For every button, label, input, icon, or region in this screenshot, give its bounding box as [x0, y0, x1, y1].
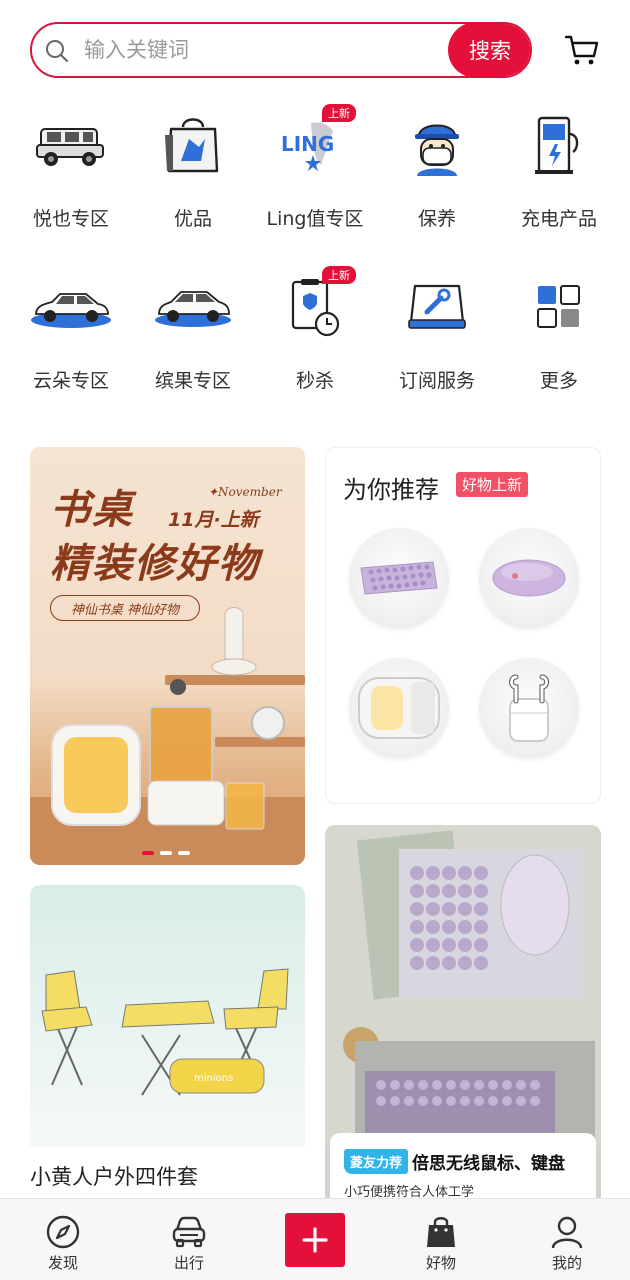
category-youpin[interactable]: 优品 [132, 100, 254, 236]
recommend-tag: 菱友力荐 [344, 1149, 409, 1174]
keyboard-icon [360, 561, 438, 595]
tab-goods[interactable]: 好物 [378, 1199, 504, 1280]
category-label: 保养 [417, 208, 456, 230]
earbuds-icon [509, 674, 549, 742]
cart-icon[interactable] [564, 32, 600, 68]
recommend-badge: 好物上新 [456, 472, 529, 497]
category-label: 云朵专区 [32, 370, 109, 392]
cloud-car-icon [26, 262, 116, 352]
suv-icon [26, 100, 116, 190]
category-flash-sale[interactable]: 上新 秒杀 [254, 262, 376, 398]
category-charging[interactable]: 充电产品 [498, 100, 620, 236]
search-row: 搜索 [30, 22, 600, 80]
category-label: 充电产品 [520, 208, 597, 230]
mouse-icon [492, 559, 566, 597]
bag-icon [427, 1217, 455, 1247]
product-title: 倍思无线鼠标、键盘 [412, 1154, 565, 1174]
tab-discover[interactable]: 发现 [0, 1199, 126, 1280]
user-icon [551, 1216, 583, 1249]
charger-icon [514, 100, 604, 190]
tab-label: 我的 [551, 1254, 582, 1272]
product-info: 菱友力荐 倍思无线鼠标、键盘 小巧便携符合人体工学 [330, 1133, 596, 1205]
compass-icon [46, 1215, 80, 1249]
carousel-dot[interactable] [178, 851, 190, 855]
mechanic-icon [392, 100, 482, 190]
banner-title-line1: 书桌 [50, 487, 134, 533]
search-button[interactable]: 搜索 [448, 24, 530, 76]
tab-mine[interactable]: 我的 [504, 1199, 630, 1280]
category-yueye[interactable]: 悦也专区 [10, 100, 132, 236]
promo-banner[interactable]: 书桌 精装修好物 ✦November 11月·上新 神仙书桌 神仙好物 [30, 447, 305, 865]
banner-product-image [30, 607, 305, 865]
recommend-item-lamp[interactable] [349, 658, 449, 758]
bag-text: minions [194, 1073, 233, 1084]
subscription-tools-icon [392, 262, 482, 352]
bingo-car-icon [148, 262, 238, 352]
new-badge: 上新 [322, 266, 356, 284]
search-icon [46, 40, 68, 62]
banner-november: ✦November [208, 485, 282, 499]
tab-label: 发现 [47, 1254, 78, 1272]
category-label: 秒杀 [295, 370, 334, 392]
product-card-minions[interactable]: minions 小黄人户外四件套 [30, 885, 305, 1205]
category-ling[interactable]: 上新 LING Ling值专区 [254, 100, 376, 236]
tab-publish[interactable] [252, 1199, 378, 1280]
new-badge: 上新 [322, 104, 356, 122]
plus-icon [302, 1227, 328, 1253]
category-more[interactable]: 更多 [498, 262, 620, 398]
carousel-dots [142, 851, 190, 855]
category-label: 订阅服务 [398, 370, 475, 392]
grid-more-icon [514, 262, 604, 352]
tab-label: 出行 [173, 1254, 204, 1272]
publish-button[interactable] [285, 1213, 345, 1267]
page: 搜索 悦也专区 [0, 0, 630, 1280]
bottom-tab-bar: 发现 出行 好物 我的 [0, 1198, 630, 1280]
category-maintenance[interactable]: 保养 [376, 100, 498, 236]
tab-label: 好物 [425, 1254, 456, 1272]
category-cloud[interactable]: 云朵专区 [10, 262, 132, 398]
recommend-title: 为你推荐 [343, 476, 439, 504]
carousel-dot[interactable] [160, 851, 172, 855]
category-label: 悦也专区 [32, 208, 109, 230]
banner-title-line2: 精装修好物 [50, 541, 260, 587]
search-input[interactable] [84, 24, 424, 76]
product-image: minions [30, 885, 305, 1147]
category-label: Ling值专区 [266, 208, 364, 230]
product-card-baseus[interactable]: 菱友力荐 倍思无线鼠标、键盘 小巧便携符合人体工学 [325, 825, 601, 1205]
banner-month: 11月·上新 [168, 509, 259, 531]
night-lamp-icon [358, 677, 440, 739]
recommend-item-earbuds[interactable] [479, 658, 579, 758]
tab-travel[interactable]: 出行 [126, 1199, 252, 1280]
search-box[interactable]: 搜索 [30, 22, 532, 78]
category-label: 更多 [539, 370, 578, 392]
category-label: 缤果专区 [154, 370, 231, 392]
product-name: 小黄人户外四件套 [30, 1165, 198, 1189]
car-front-icon [172, 1216, 206, 1248]
recommend-item-keyboard[interactable] [349, 528, 449, 628]
recommend-card[interactable]: 为你推荐 好物上新 [325, 447, 601, 804]
carousel-dot[interactable] [142, 851, 154, 855]
product-image [325, 825, 601, 1145]
category-grid: 悦也专区 优品 上新 LING Ling值专区 保养 充电产品 云朵专区 缤果专… [10, 100, 620, 398]
shopping-bag-icon [148, 100, 238, 190]
recommend-item-mouse[interactable] [479, 528, 579, 628]
category-bingo[interactable]: 缤果专区 [132, 262, 254, 398]
category-subscription[interactable]: 订阅服务 [376, 262, 498, 398]
svg-text:LING: LING [281, 132, 334, 156]
category-label: 优品 [173, 208, 212, 230]
